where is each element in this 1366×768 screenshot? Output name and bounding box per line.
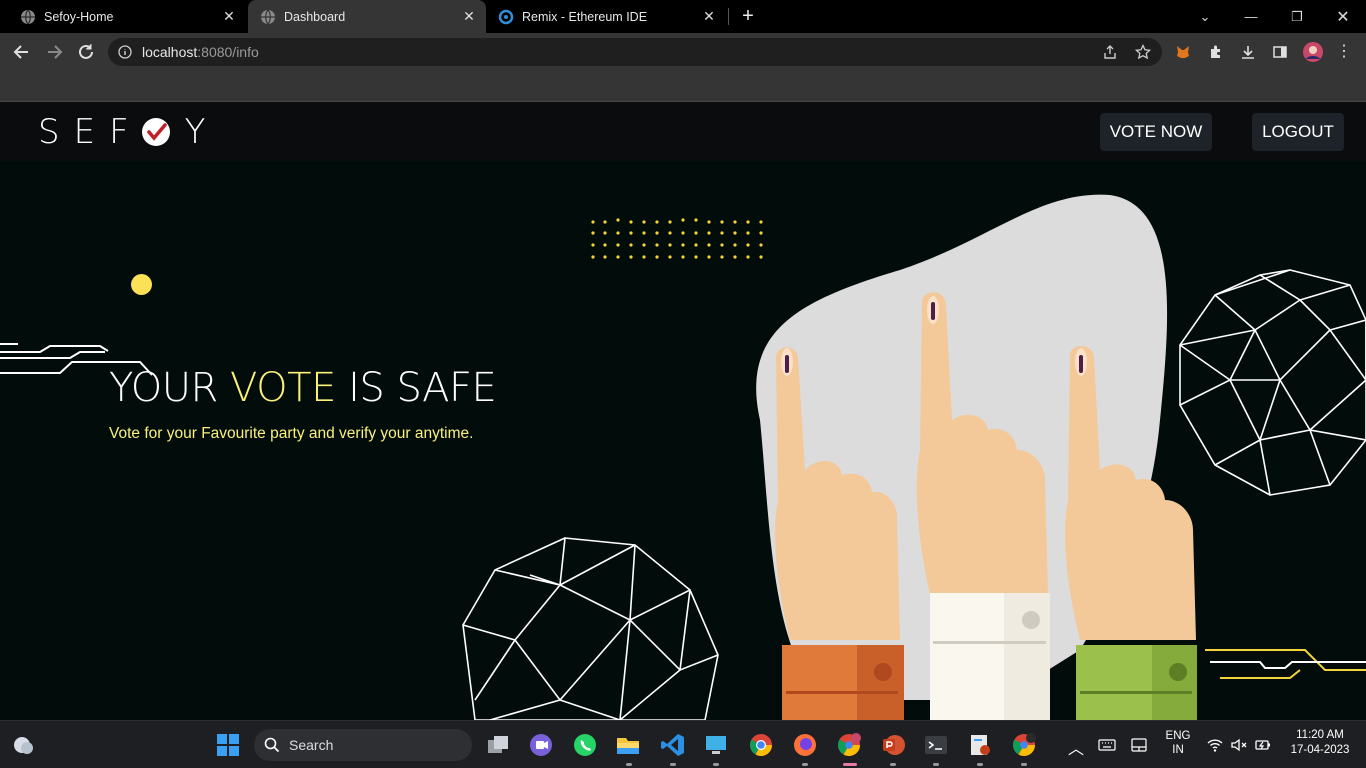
running-indicator [713,763,719,766]
remote-desktop-icon[interactable] [703,732,729,758]
search-label: Search [289,737,334,753]
tab-search-chevron-icon[interactable]: ⌄ [1182,0,1228,33]
profile-avatar[interactable] [1302,41,1324,63]
close-tab-icon[interactable]: ✕ [462,9,476,23]
menu-dots-icon[interactable]: ⋮ [1336,44,1352,60]
chrome-icon[interactable] [748,732,774,758]
task-view-icon[interactable] [485,732,511,758]
browser-tab-strip: Sefoy-Home ✕ Dashboard ✕ Remix - Ethereu… [0,0,1366,33]
hero-illustration [0,194,1366,720]
site-navbar: SEF Y VOTE NOW LOGOUT [0,102,1366,161]
running-indicator [933,763,939,766]
logo-text-right: Y [184,112,220,152]
touchpad-icon[interactable] [1130,736,1148,754]
meet-icon[interactable] [528,732,554,758]
download-icon[interactable] [1240,44,1256,60]
sefoy-logo[interactable]: SEF Y [38,112,220,152]
file-explorer-icon[interactable] [615,732,641,758]
tab-remix[interactable]: Remix - Ethereum IDE ✕ [488,0,726,33]
windows-start-icon[interactable] [215,732,241,758]
site-info-icon[interactable] [118,45,132,59]
remix-icon [498,9,514,24]
logo-text-left: SEF [38,112,143,152]
powerpoint-icon[interactable] [880,732,906,758]
reload-icon[interactable] [75,41,97,63]
chrome-profile-icon[interactable] [836,732,862,758]
circuit-lines-right [1205,649,1366,679]
globe-icon [21,9,35,24]
hero-subtitle: Vote for your Favourite party and verify… [109,425,474,442]
volume-muted-icon[interactable] [1230,736,1248,754]
decorative-yellow-dot [131,274,152,295]
chevron-up-icon[interactable]: ︿ [1068,735,1084,759]
running-indicator [670,763,676,766]
weather-icon[interactable] [10,732,36,758]
minimize-button[interactable]: — [1228,0,1274,33]
globe-icon [261,9,275,24]
page-content: SEF Y VOTE NOW LOGOUT YOUR VOTE IS SAFE … [0,102,1366,720]
browser-toolbar: localhost:8080/info ⋮ [0,33,1366,71]
active-indicator [843,763,857,766]
close-window-button[interactable]: ✕ [1320,0,1366,33]
whatsapp-icon[interactable] [572,732,598,758]
extensions-puzzle-icon[interactable] [1208,44,1224,60]
running-indicator [890,763,896,766]
check-circle-icon [141,118,170,146]
running-indicator [1021,763,1027,766]
metamask-icon[interactable] [1175,44,1191,60]
keyboard-icon[interactable] [1098,736,1116,754]
tab-divider [728,8,729,25]
restore-button[interactable]: ❐ [1274,0,1320,33]
terminal-icon[interactable] [923,732,949,758]
share-icon[interactable] [1102,44,1118,60]
chrome-profile-2-icon[interactable] [1011,732,1037,758]
address-bar[interactable]: localhost:8080/info [108,38,1162,66]
tab-title: Sefoy-Home [44,9,114,24]
vote-now-button[interactable]: VOTE NOW [1100,113,1212,151]
close-tab-icon[interactable]: ✕ [702,9,716,23]
vscode-icon[interactable] [660,732,686,758]
tab-title: Remix - Ethereum IDE [522,9,648,24]
running-indicator [626,763,632,766]
search-icon [264,737,280,753]
bookmarks-bar [0,71,1366,102]
clock[interactable]: 11:20 AM 17-04-2023 [1284,729,1356,756]
tab-sefoy-home[interactable]: Sefoy-Home ✕ [8,0,246,33]
language-indicator[interactable]: ENG IN [1162,730,1194,756]
wifi-icon[interactable] [1206,736,1224,754]
hero-title: YOUR VOTE IS SAFE [109,365,497,411]
url-text: localhost:8080/info [142,44,259,60]
back-arrow-icon[interactable] [11,41,33,63]
windows-taskbar: Search ︿ ENG IN 11:20 AM 17-04-2023 [0,720,1366,768]
logout-button[interactable]: LOGOUT [1252,113,1344,151]
geodesic-sphere-bottom [462,537,719,720]
side-panel-icon[interactable] [1272,44,1288,60]
new-tab-button[interactable]: + [738,6,758,26]
bookmark-star-icon[interactable] [1135,44,1151,60]
tab-title: Dashboard [284,9,346,24]
running-indicator [802,763,808,766]
tab-dashboard[interactable]: Dashboard ✕ [248,0,486,33]
running-indicator [977,763,983,766]
geodesic-sphere-right [1179,269,1366,496]
close-tab-icon[interactable]: ✕ [222,9,236,23]
firefox-icon[interactable] [792,732,818,758]
snipping-tool-icon[interactable] [967,732,993,758]
dot-grid [591,218,763,259]
taskbar-search[interactable]: Search [254,729,472,761]
forward-arrow-icon[interactable] [43,41,65,63]
battery-icon[interactable] [1254,736,1272,754]
